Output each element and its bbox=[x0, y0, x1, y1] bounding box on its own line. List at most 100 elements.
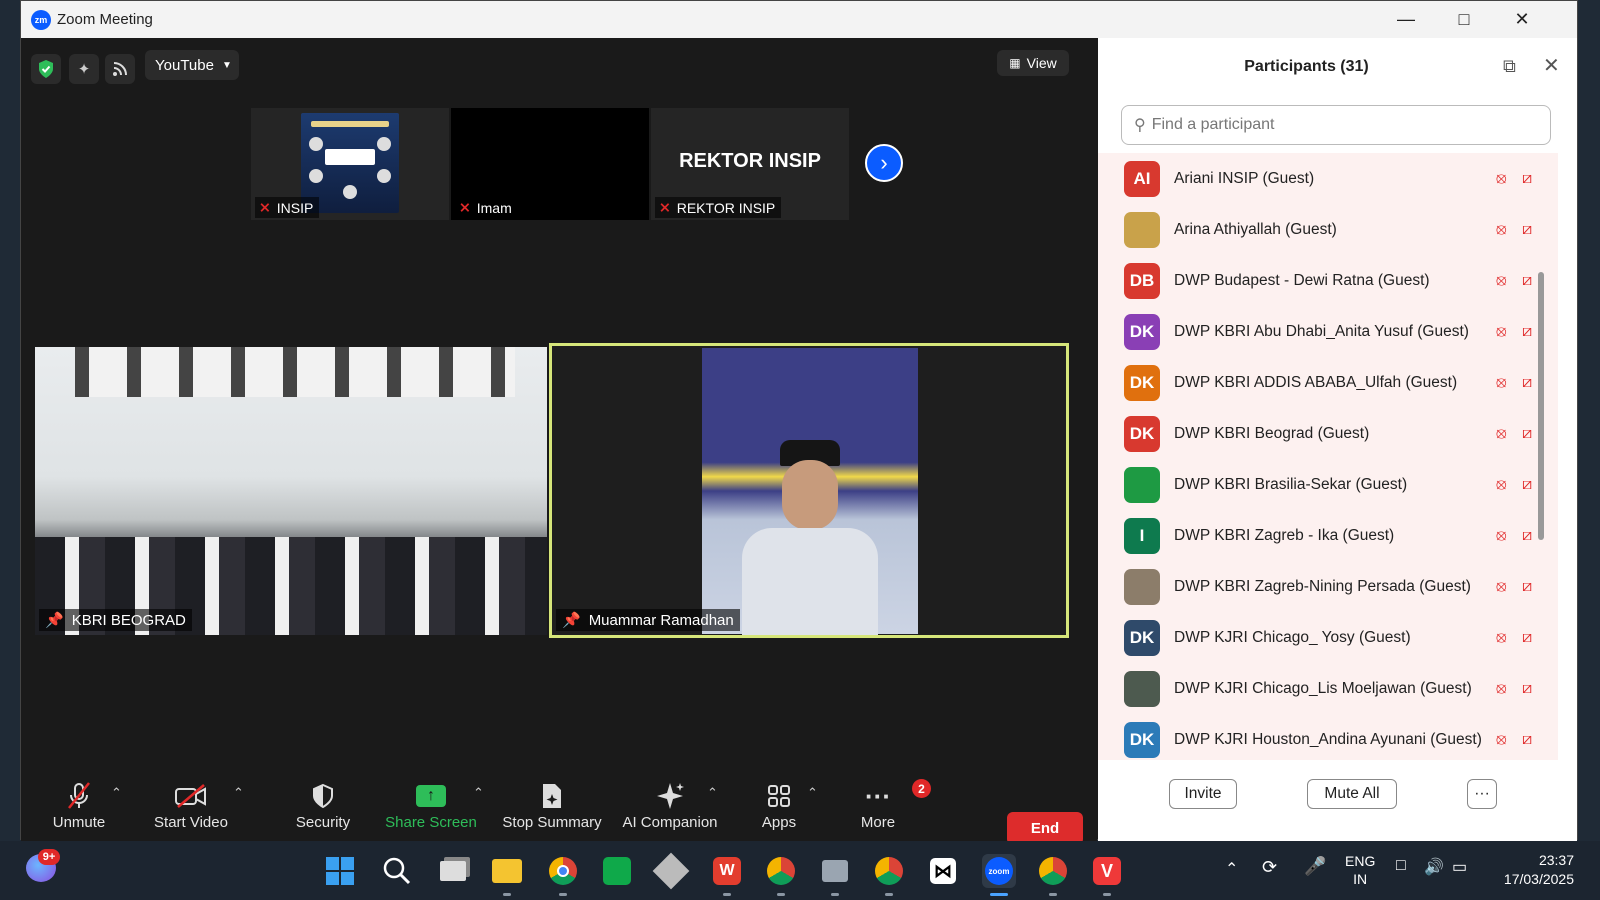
participant-row[interactable]: DWP KJRI Chicago_Lis Moeljawan (Guest) ⦻ ⧄ bbox=[1098, 663, 1558, 714]
mic-muted-icon[interactable]: ⦻ bbox=[1496, 170, 1507, 188]
video-options-caret-icon[interactable]: ⌃ bbox=[233, 785, 244, 801]
wps-office-icon[interactable]: W bbox=[710, 854, 744, 896]
camera-off-icon[interactable]: ⧄ bbox=[1522, 731, 1532, 749]
participant-row[interactable]: DWP KBRI Brasilia-Sekar (Guest) ⦻ ⧄ bbox=[1098, 459, 1558, 510]
camera-off-icon[interactable]: ⧄ bbox=[1522, 476, 1532, 494]
date: 17/03/2025 bbox=[1503, 871, 1574, 887]
video-label: 📌 Muammar Ramadhan bbox=[556, 609, 740, 631]
popout-icon[interactable]: ⧉ bbox=[1503, 56, 1516, 77]
apps-options-caret-icon[interactable]: ⌃ bbox=[807, 785, 818, 801]
stop-summary-button[interactable]: Stop Summary bbox=[499, 778, 605, 838]
ai-companion-button[interactable]: AI Companion bbox=[619, 778, 721, 838]
green-app-icon[interactable] bbox=[600, 854, 634, 888]
app-icon[interactable] bbox=[652, 852, 690, 890]
participant-row[interactable]: DB DWP Budapest - Dewi Ratna (Guest) ⦻ ⧄ bbox=[1098, 255, 1558, 306]
camera-off-icon[interactable]: ⧄ bbox=[1522, 527, 1532, 545]
participant-row[interactable]: DK DWP KBRI Beograd (Guest) ⦻ ⧄ bbox=[1098, 408, 1558, 459]
participant-row[interactable]: I DWP KBRI Zagreb - Ika (Guest) ⦻ ⧄ bbox=[1098, 510, 1558, 561]
task-view-icon[interactable] bbox=[436, 854, 470, 888]
participant-thumbnail[interactable]: ⨯ Imam bbox=[451, 108, 649, 220]
mic-muted-icon[interactable]: ⦻ bbox=[1496, 680, 1507, 698]
close-panel-icon[interactable]: ✕ bbox=[1543, 53, 1560, 78]
ai-sparkle-icon[interactable]: ✦ bbox=[69, 54, 99, 84]
camera-off-icon[interactable]: ⧄ bbox=[1522, 221, 1532, 239]
unmute-button[interactable]: Unmute bbox=[51, 778, 107, 838]
participant-list-scrollbar[interactable] bbox=[1538, 272, 1544, 540]
participant-row[interactable]: DK DWP KBRI Abu Dhabi_Anita Yusuf (Guest)… bbox=[1098, 306, 1558, 357]
camera-off-icon[interactable]: ⧄ bbox=[1522, 425, 1532, 443]
participant-row[interactable]: Arina Athiyallah (Guest) ⦻ ⧄ bbox=[1098, 204, 1558, 255]
windows-start-icon[interactable] bbox=[323, 854, 357, 888]
invite-button[interactable]: Invite bbox=[1169, 779, 1237, 809]
capcut-icon[interactable]: ⋈ bbox=[926, 854, 960, 888]
share-screen-button[interactable]: ↑ Share Screen bbox=[385, 778, 477, 838]
windows-taskbar: 9+ W ⋈ zoom V ⌃ ⟳ 🎤 ENG IN □ 🔊 ▭ 23:37 1… bbox=[0, 841, 1600, 900]
more-button[interactable]: ··· More bbox=[855, 778, 901, 838]
camera-off-icon[interactable]: ⧄ bbox=[1522, 680, 1532, 698]
participant-row[interactable]: DK DWP KJRI Chicago_ Yosy (Guest) ⦻ ⧄ bbox=[1098, 612, 1558, 663]
participant-row[interactable]: DWP KBRI Zagreb-Nining Persada (Guest) ⦻ ⧄ bbox=[1098, 561, 1558, 612]
search-icon[interactable] bbox=[380, 854, 414, 888]
active-speaker-video-tile[interactable]: 📌 Muammar Ramadhan bbox=[549, 343, 1069, 638]
share-options-caret-icon[interactable]: ⌃ bbox=[473, 785, 484, 801]
camera-off-icon[interactable]: ⧄ bbox=[1522, 272, 1532, 290]
language-indicator[interactable]: ENG IN bbox=[1345, 852, 1375, 888]
mic-muted-icon[interactable]: ⦻ bbox=[1496, 629, 1507, 647]
mic-muted-icon[interactable]: ⦻ bbox=[1496, 323, 1507, 341]
meeting-toolbar: Unmute ⌃ Start Video ⌃ Security ↑ Share … bbox=[21, 753, 1097, 845]
zoom-taskbar-icon[interactable]: zoom bbox=[982, 854, 1016, 896]
battery-icon[interactable]: ▭ bbox=[1452, 857, 1467, 877]
mic-muted-icon[interactable]: ⦻ bbox=[1496, 578, 1507, 596]
mic-muted-icon[interactable]: ⦻ bbox=[1496, 425, 1507, 443]
mic-muted-icon[interactable]: ⦻ bbox=[1496, 374, 1507, 392]
minimize-button[interactable]: — bbox=[1377, 1, 1435, 38]
maximize-button[interactable]: □ bbox=[1435, 1, 1493, 38]
participant-search-input[interactable]: ⚲ Find a participant bbox=[1121, 105, 1551, 145]
participant-name: DWP KBRI Zagreb - Ika (Guest) bbox=[1174, 526, 1395, 544]
app-icon[interactable] bbox=[818, 854, 852, 896]
video-tile[interactable]: 📌 KBRI BEOGRAD bbox=[35, 347, 547, 635]
volume-icon[interactable]: 🔊 bbox=[1424, 857, 1444, 877]
close-window-button[interactable]: ✕ bbox=[1493, 1, 1551, 38]
microphone-icon[interactable]: 🎤 bbox=[1304, 856, 1326, 877]
panel-more-button[interactable]: ··· bbox=[1467, 779, 1497, 809]
security-button[interactable]: Security bbox=[293, 778, 353, 838]
chrome-icon[interactable] bbox=[546, 854, 580, 896]
vivaldi-icon[interactable]: V bbox=[1090, 854, 1124, 896]
participant-avatar: DK bbox=[1124, 619, 1160, 656]
participant-row[interactable]: AI Ariani INSIP (Guest) ⦻ ⧄ bbox=[1098, 153, 1558, 204]
mic-muted-icon[interactable]: ⦻ bbox=[1496, 527, 1507, 545]
mic-muted-icon[interactable]: ⦻ bbox=[1496, 272, 1507, 290]
file-explorer-icon[interactable] bbox=[490, 854, 524, 896]
encryption-shield-icon[interactable] bbox=[31, 54, 61, 84]
chrome-profile-icon[interactable] bbox=[872, 854, 906, 896]
sync-icon[interactable]: ⟳ bbox=[1262, 857, 1277, 878]
next-page-arrow-icon[interactable]: › bbox=[865, 144, 903, 182]
live-stream-icon[interactable] bbox=[105, 54, 135, 84]
apps-button[interactable]: Apps bbox=[757, 778, 801, 838]
camera-off-icon[interactable]: ⧄ bbox=[1522, 629, 1532, 647]
network-icon[interactable]: □ bbox=[1396, 857, 1406, 875]
mic-muted-icon[interactable]: ⦻ bbox=[1496, 221, 1507, 239]
camera-off-icon[interactable]: ⧄ bbox=[1522, 170, 1532, 188]
chrome-profile-icon[interactable] bbox=[764, 854, 798, 896]
start-video-button[interactable]: Start Video bbox=[151, 778, 231, 838]
view-button[interactable]: ▦ View bbox=[997, 50, 1069, 76]
participant-name: DWP KBRI Brasilia-Sekar (Guest) bbox=[1174, 475, 1408, 493]
youtube-stream-dropdown[interactable]: YouTube ▼ bbox=[145, 50, 239, 80]
mic-muted-icon[interactable]: ⦻ bbox=[1496, 476, 1507, 494]
chrome-profile-icon[interactable] bbox=[1036, 854, 1070, 896]
participant-thumbnail[interactable]: REKTOR INSIP ⨯ REKTOR INSIP bbox=[651, 108, 849, 220]
participant-row[interactable]: DK DWP KJRI Houston_Andina Ayunani (Guest… bbox=[1098, 714, 1558, 760]
camera-off-icon[interactable]: ⧄ bbox=[1522, 323, 1532, 341]
mic-muted-icon[interactable]: ⦻ bbox=[1496, 731, 1507, 749]
camera-off-icon[interactable]: ⧄ bbox=[1522, 374, 1532, 392]
show-hidden-icons-chevron-icon[interactable]: ⌃ bbox=[1225, 859, 1238, 879]
clock[interactable]: 23:37 17/03/2025 bbox=[1494, 851, 1574, 889]
camera-off-icon[interactable]: ⧄ bbox=[1522, 578, 1532, 596]
audio-options-caret-icon[interactable]: ⌃ bbox=[111, 785, 122, 801]
mute-all-button[interactable]: Mute All bbox=[1307, 779, 1397, 809]
participant-row[interactable]: DK DWP KBRI ADDIS ABABA_Ulfah (Guest) ⦻ ⧄ bbox=[1098, 357, 1558, 408]
participant-thumbnail[interactable]: ⨯ INSIP bbox=[251, 108, 449, 220]
ai-options-caret-icon[interactable]: ⌃ bbox=[707, 785, 718, 801]
